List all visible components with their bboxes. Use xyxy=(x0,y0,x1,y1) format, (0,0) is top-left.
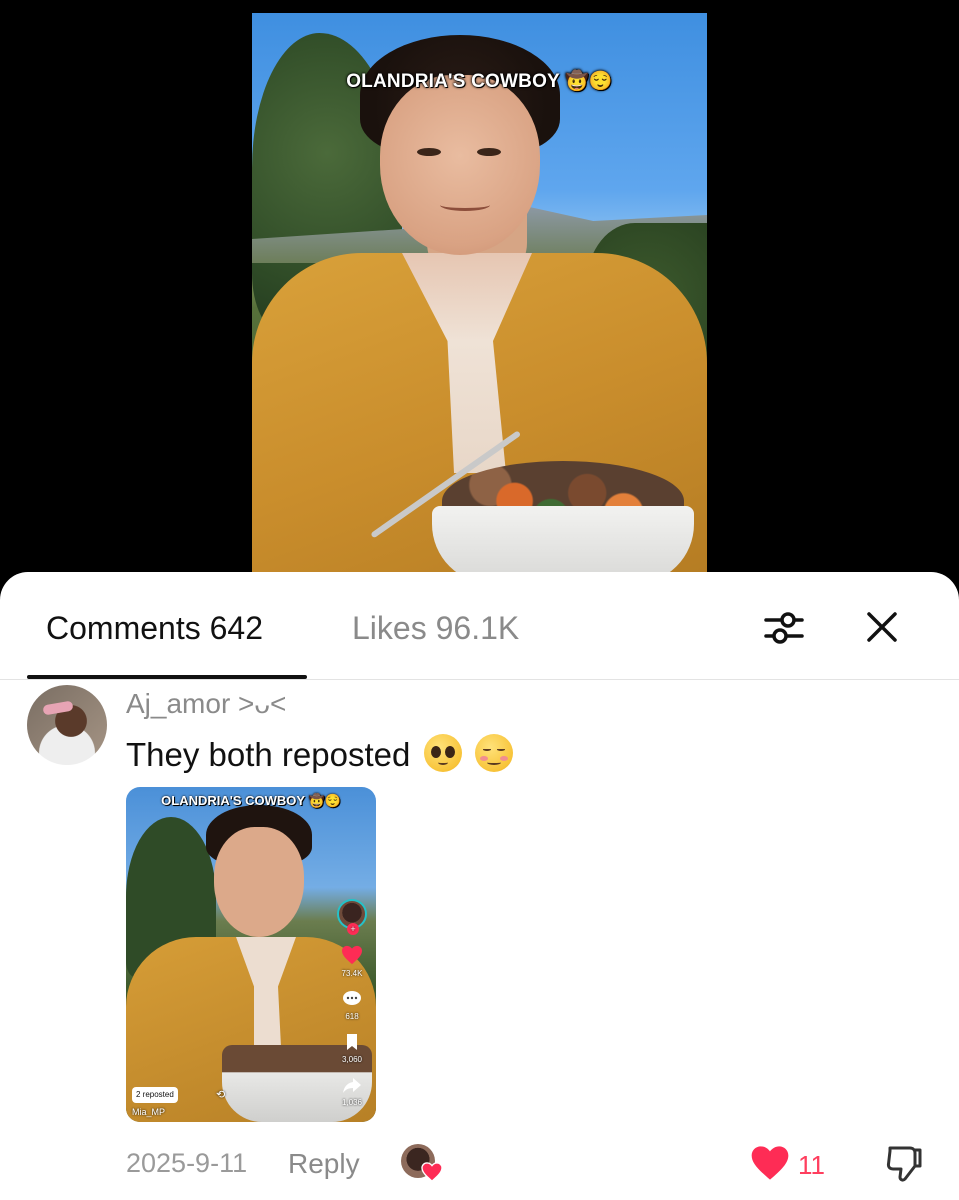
sliders-icon xyxy=(764,612,804,644)
comments-sheet: Comments 642 Likes 96.1K Aj_amor ˃ᴗ˂ The… xyxy=(0,572,959,1200)
person-face xyxy=(380,75,540,255)
thumb-comments-count: 618 xyxy=(345,1012,359,1021)
follow-plus-icon: + xyxy=(347,923,359,935)
share-arrow-icon xyxy=(343,1078,361,1093)
tab-likes[interactable]: Likes 96.1K xyxy=(352,610,519,647)
close-icon xyxy=(867,612,897,642)
thumbs-down-icon xyxy=(886,1146,922,1182)
thumb-side-actions: + 73.4K 618 3,060 1,036 xyxy=(334,899,370,1107)
dislike-button[interactable] xyxy=(884,1142,924,1184)
heart-icon xyxy=(751,1146,789,1180)
smiling-blush-face-emoji xyxy=(474,734,513,772)
embedded-video-thumbnail[interactable]: OLANDRIA'S COWBOY 🤠😌 + 73.4K 618 3,060 1… xyxy=(126,787,376,1122)
tab-comments[interactable]: Comments 642 xyxy=(46,610,263,647)
thumb-saves-count: 3,060 xyxy=(341,1055,363,1064)
thumb-author: Mia_MP xyxy=(132,1107,166,1117)
thumb-creator-avatar: + xyxy=(337,899,367,935)
like-count: 11 xyxy=(798,1150,825,1180)
thumb-face xyxy=(214,827,304,937)
avatar-headband xyxy=(42,700,74,716)
comment-bubble-icon xyxy=(343,991,361,1005)
sheet-tabs: Comments 642 Likes 96.1K xyxy=(0,572,959,680)
creator-liked-badge xyxy=(401,1144,443,1184)
like-button[interactable] xyxy=(750,1144,790,1184)
heart-icon xyxy=(421,1162,443,1182)
video-player[interactable]: OLANDRIA'S COWBOY 🤠😌 xyxy=(0,0,959,603)
reposted-badge: 2 reposted xyxy=(132,1087,178,1103)
person-eye-right xyxy=(477,148,501,156)
person-eye-left xyxy=(417,148,441,156)
comment-username[interactable]: Aj_amor ˃ᴗ˂ xyxy=(126,688,286,720)
active-tab-indicator xyxy=(27,675,307,679)
thumb-caption: OLANDRIA'S COWBOY 🤠😌 xyxy=(161,793,341,808)
filter-button[interactable] xyxy=(760,606,808,650)
comment-date: 2025-9-11 xyxy=(126,1148,248,1178)
bookmark-icon xyxy=(347,1034,357,1050)
comment-text-row: They both reposted xyxy=(126,734,513,774)
repost-icon: ⟲ xyxy=(216,1089,226,1101)
pleading-face-emoji xyxy=(423,734,462,772)
thumb-likes-count: 73.4K xyxy=(341,969,363,978)
person-smile xyxy=(440,199,490,211)
close-button[interactable] xyxy=(858,606,906,650)
heart-icon xyxy=(342,945,362,965)
video-frame[interactable]: OLANDRIA'S COWBOY 🤠😌 xyxy=(252,13,707,603)
thumb-shares-count: 1,036 xyxy=(341,1098,363,1107)
reply-button[interactable]: Reply xyxy=(288,1148,360,1180)
video-caption: OLANDRIA'S COWBOY 🤠😌 xyxy=(346,71,613,92)
comment-text: They both reposted xyxy=(126,736,411,773)
avatar[interactable] xyxy=(27,685,107,765)
comment-item[interactable]: Aj_amor ˃ᴗ˂ They both reposted OLANDRIA'… xyxy=(0,680,959,1200)
